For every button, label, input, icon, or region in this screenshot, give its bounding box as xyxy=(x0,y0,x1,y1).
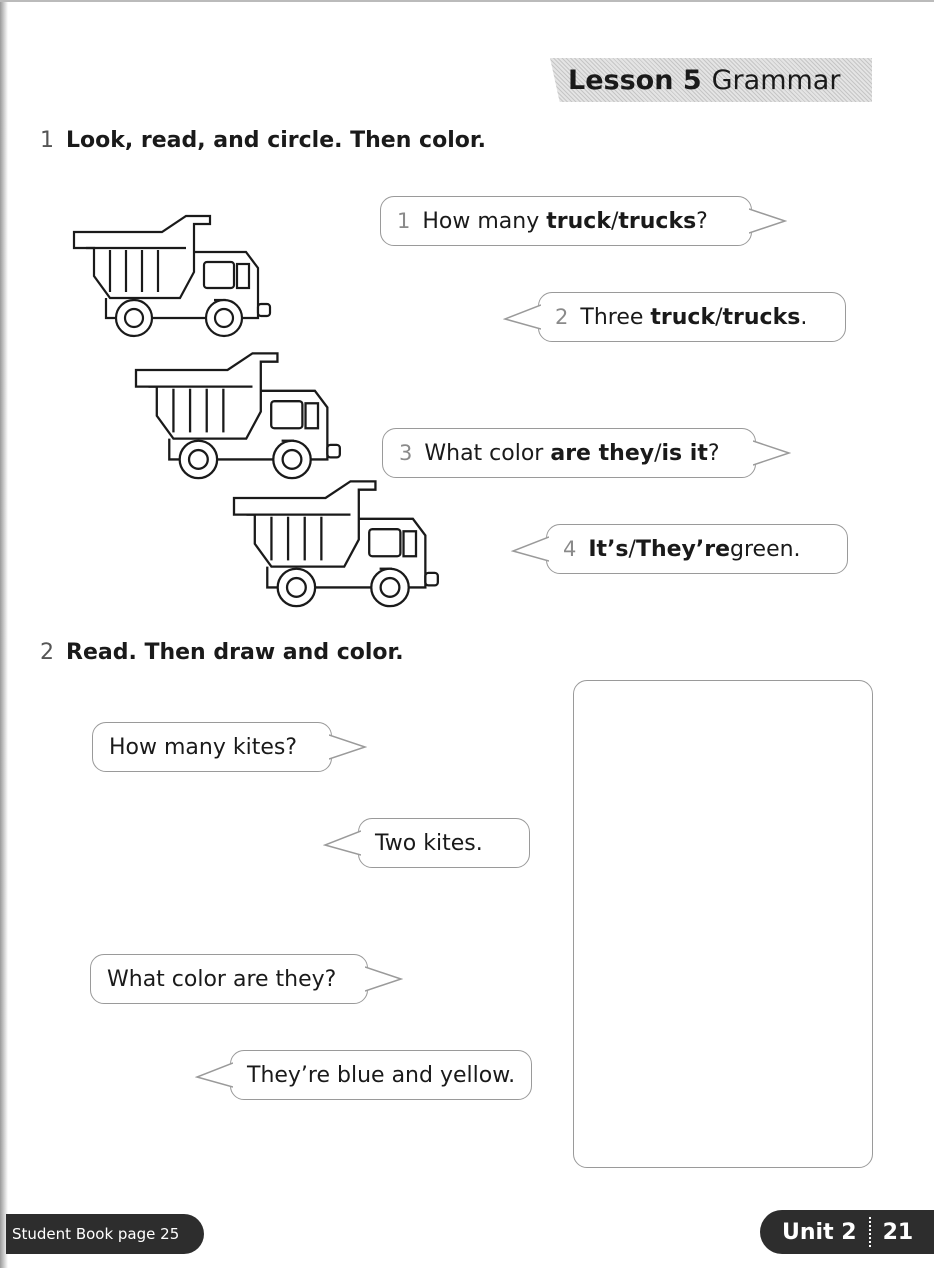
ex2-bubble-2-text: Two kites. xyxy=(375,830,483,856)
truck-icon-1 xyxy=(72,214,272,338)
ex2-bubble-3-text: What color are they? xyxy=(107,966,337,992)
lesson-topic: Grammar xyxy=(711,64,841,96)
unit-page-tab: Unit 2 21 xyxy=(760,1210,934,1254)
ex1-bubble-2-pre: Three xyxy=(580,304,644,330)
bubble-tail-icon xyxy=(365,966,403,992)
ex1-slash-4: / xyxy=(628,536,636,562)
ex1-slash-2: / xyxy=(715,304,723,330)
ex1-bubble-4-post: green. xyxy=(730,536,801,562)
bubble-tail-icon xyxy=(329,734,367,760)
ex2-bubble-4-text: They’re blue and yellow. xyxy=(247,1062,516,1088)
ex1-choice-2a[interactable]: truck xyxy=(650,305,715,330)
trucks-illustration xyxy=(72,214,439,608)
lesson-header: Lesson 5 Grammar xyxy=(550,58,872,102)
bubble-tail-icon xyxy=(749,208,787,234)
ex1-choice-1a[interactable]: truck xyxy=(546,209,611,234)
page-top-edge xyxy=(0,0,934,2)
exercise-2-title: 2 Read. Then draw and color. xyxy=(40,640,404,665)
unit-label: Unit 2 xyxy=(782,1219,857,1245)
ex1-slash-1: / xyxy=(610,208,619,234)
ex1-choice-1b[interactable]: trucks xyxy=(618,209,696,234)
exercise-2-number: 2 xyxy=(40,640,54,665)
ex1-bubble-1-pre: How many xyxy=(422,208,540,234)
exercise-1-number: 1 xyxy=(40,128,54,153)
ex2-bubble-1: How many kites? xyxy=(92,722,367,772)
ex2-bubble-1-text: How many kites? xyxy=(109,734,298,760)
ex1-bubble-2-num: 2 xyxy=(555,305,569,329)
ex1-choice-3b[interactable]: is it xyxy=(662,441,708,466)
ex1-bubble-4-num: 4 xyxy=(563,537,577,561)
ex1-bubble-3-pre: What color xyxy=(424,440,544,466)
ex1-bubble-4: 4 It’s / They’re green. xyxy=(511,524,848,574)
page-number: 21 xyxy=(882,1219,914,1245)
ex1-choice-4b[interactable]: They’re xyxy=(636,537,730,562)
bubble-tail-icon xyxy=(323,830,361,856)
page-edge xyxy=(0,0,8,1268)
ex2-bubble-2: Two kites. xyxy=(323,818,530,868)
exercise-2-instruction: Read. Then draw and color. xyxy=(66,640,404,665)
ex1-choice-3a[interactable]: are they xyxy=(550,441,654,466)
truck-icon-3 xyxy=(232,480,439,608)
ex1-bubble-1-post: ? xyxy=(696,208,708,234)
student-book-tab: Student Book page 25 xyxy=(6,1214,204,1254)
bubble-tail-icon xyxy=(753,440,791,466)
student-book-label: Student Book page 25 xyxy=(12,1225,180,1243)
lesson-label: Lesson 5 xyxy=(568,64,702,96)
ex1-choice-2b[interactable]: trucks xyxy=(723,305,801,330)
ex1-slash-3: / xyxy=(654,440,662,466)
bubble-tail-icon xyxy=(195,1062,233,1088)
ex1-bubble-3: 3 What color are they / is it? xyxy=(382,428,791,478)
ex1-bubble-1-num: 1 xyxy=(397,209,411,233)
bubble-tail-icon xyxy=(503,304,541,330)
ex2-bubble-4: They’re blue and yellow. xyxy=(195,1050,532,1100)
exercise-1-title: 1 Look, read, and circle. Then color. xyxy=(40,128,486,153)
footer-divider xyxy=(868,1217,871,1247)
truck-icon-2 xyxy=(134,352,341,480)
ex1-bubble-3-num: 3 xyxy=(399,441,413,465)
drawing-box[interactable] xyxy=(573,680,873,1168)
ex1-bubble-1: 1 How many truck / trucks? xyxy=(380,196,787,246)
ex1-bubble-2-post: . xyxy=(800,304,808,330)
ex1-choice-4a[interactable]: It’s xyxy=(588,537,628,562)
exercise-1-instruction: Look, read, and circle. Then color. xyxy=(66,128,486,153)
ex1-bubble-3-post: ? xyxy=(707,440,720,466)
ex2-bubble-3: What color are they? xyxy=(90,954,403,1004)
ex1-bubble-2: 2 Three truck / trucks. xyxy=(503,292,846,342)
bubble-tail-icon xyxy=(511,536,549,562)
